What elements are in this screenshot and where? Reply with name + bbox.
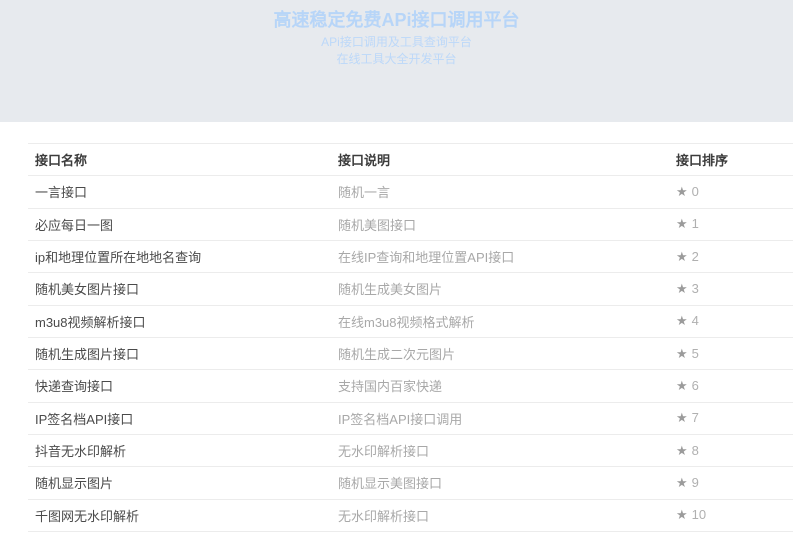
star-icon: ★ — [676, 249, 688, 264]
table-row[interactable]: 一言接口随机一言★0 — [28, 176, 793, 208]
star-icon: ★ — [676, 410, 688, 425]
api-rank: ★8 — [669, 434, 793, 466]
column-header-api-rank: 接口排序 — [669, 144, 793, 176]
api-name[interactable]: 必应每日一图 — [28, 208, 331, 240]
star-icon: ★ — [676, 281, 688, 296]
api-name[interactable]: 抖音无水印解析 — [28, 434, 331, 466]
table-row[interactable]: 快递查询接口支持国内百家快递★6 — [28, 370, 793, 402]
table-row[interactable]: 必应每日一图随机美图接口★1 — [28, 208, 793, 240]
api-list-table: 接口名称 接口说明 接口排序 一言接口随机一言★0必应每日一图随机美图接口★1i… — [28, 143, 793, 532]
table-row[interactable]: ip和地理位置所在地地名查询在线IP查询和地理位置API接口★2 — [28, 240, 793, 272]
star-icon: ★ — [676, 216, 688, 231]
api-name[interactable]: 一言接口 — [28, 176, 331, 208]
star-icon: ★ — [676, 507, 688, 522]
rank-value: 4 — [692, 313, 699, 328]
rank-value: 0 — [692, 184, 699, 199]
api-description: 随机一言 — [331, 176, 669, 208]
api-description: 随机生成美女图片 — [331, 273, 669, 305]
api-description: 无水印解析接口 — [331, 499, 669, 531]
api-rank: ★3 — [669, 273, 793, 305]
api-rank: ★ 10 — [669, 499, 793, 531]
table-row[interactable]: 抖音无水印解析无水印解析接口★8 — [28, 434, 793, 466]
api-description: 随机生成二次元图片 — [331, 337, 669, 369]
page-title: 高速稳定免费APi接口调用平台 — [0, 0, 793, 31]
api-name[interactable]: 随机显示图片 — [28, 467, 331, 499]
rank-value: 2 — [692, 249, 699, 264]
api-description: 无水印解析接口 — [331, 434, 669, 466]
api-rank: ★7 — [669, 402, 793, 434]
table-row[interactable]: 千图网无水印解析无水印解析接口 ★ 10 — [28, 499, 793, 531]
api-name[interactable]: ip和地理位置所在地地名查询 — [28, 240, 331, 272]
api-description: 随机显示美图接口 — [331, 467, 669, 499]
page-subtitle-1: APi接口调用及工具查询平台 — [0, 35, 793, 50]
star-icon: ★ — [676, 184, 688, 199]
rank-value: 3 — [692, 281, 699, 296]
api-description: 在线IP查询和地理位置API接口 — [331, 240, 669, 272]
rank-value: 7 — [692, 410, 699, 425]
star-icon: ★ — [676, 378, 688, 393]
api-name[interactable]: 随机生成图片接口 — [28, 337, 331, 369]
rank-value: 10 — [692, 507, 706, 522]
api-rank: ★5 — [669, 337, 793, 369]
column-header-api-desc: 接口说明 — [331, 144, 669, 176]
rank-value: 8 — [692, 443, 699, 458]
table-row[interactable]: 随机美女图片接口随机生成美女图片★3 — [28, 273, 793, 305]
api-name[interactable]: 千图网无水印解析 — [28, 499, 331, 531]
api-name[interactable]: IP签名档API接口 — [28, 402, 331, 434]
api-rank: ★0 — [669, 176, 793, 208]
table-row[interactable]: 随机生成图片接口随机生成二次元图片★5 — [28, 337, 793, 369]
star-icon: ★ — [676, 443, 688, 458]
api-name[interactable]: 随机美女图片接口 — [28, 273, 331, 305]
page-subtitle-2: 在线工具大全开发平台 — [0, 52, 793, 67]
table-header-row: 接口名称 接口说明 接口排序 — [28, 144, 793, 176]
hero-banner: 高速稳定免费APi接口调用平台 APi接口调用及工具查询平台 在线工具大全开发平… — [0, 0, 793, 122]
api-description: IP签名档API接口调用 — [331, 402, 669, 434]
api-rank: ★2 — [669, 240, 793, 272]
column-header-api-name: 接口名称 — [28, 144, 331, 176]
rank-value: 9 — [692, 475, 699, 490]
api-name[interactable]: m3u8视频解析接口 — [28, 305, 331, 337]
api-rank: ★4 — [669, 305, 793, 337]
api-rank: ★1 — [669, 208, 793, 240]
table-row[interactable]: 随机显示图片随机显示美图接口★9 — [28, 467, 793, 499]
table-row[interactable]: IP签名档API接口IP签名档API接口调用★7 — [28, 402, 793, 434]
api-description: 随机美图接口 — [331, 208, 669, 240]
star-icon: ★ — [676, 346, 688, 361]
api-description: 支持国内百家快递 — [331, 370, 669, 402]
api-description: 在线m3u8视频格式解析 — [331, 305, 669, 337]
table-row[interactable]: m3u8视频解析接口在线m3u8视频格式解析★4 — [28, 305, 793, 337]
rank-value: 5 — [692, 346, 699, 361]
rank-value: 1 — [692, 216, 699, 231]
api-rank: ★9 — [669, 467, 793, 499]
api-name[interactable]: 快递查询接口 — [28, 370, 331, 402]
star-icon: ★ — [676, 475, 688, 490]
star-icon: ★ — [676, 313, 688, 328]
rank-value: 6 — [692, 378, 699, 393]
api-rank: ★6 — [669, 370, 793, 402]
